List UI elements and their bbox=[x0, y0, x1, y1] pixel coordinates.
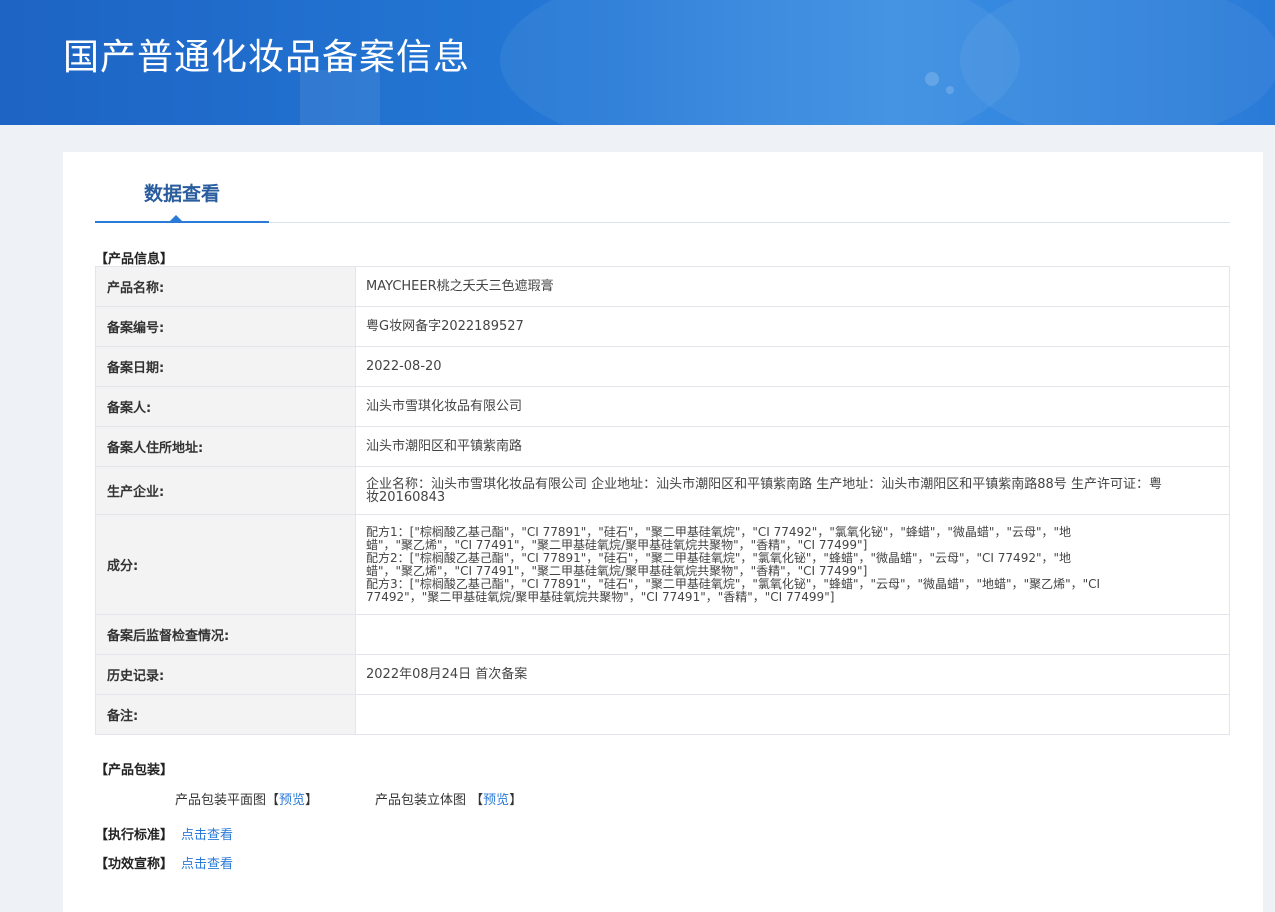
manufacturer-line: 妆20160843 bbox=[366, 489, 446, 505]
manufacturer-line: 企业名称：汕头市雪琪化妆品有限公司 企业地址：汕头市潮阳区和平镇紫南路 生产地址… bbox=[366, 476, 1162, 492]
preview-solid-link[interactable]: 预览 bbox=[483, 793, 509, 808]
banner-decoration bbox=[960, 0, 1275, 125]
table-row: 备案编号: 粤G妆网备字2022189527 bbox=[95, 306, 1230, 347]
standard-label: 【执行标准】 bbox=[95, 828, 174, 843]
ingredient-line: 蜡"，"聚乙烯"，"CI 77491"，"聚二甲基硅氧烷/聚甲基硅氧烷共聚物"，… bbox=[366, 537, 868, 552]
ingredient-line: 蜡"，"聚乙烯"，"CI 77491"，"聚二甲基硅氧烷/聚甲基硅氧烷共聚物"，… bbox=[366, 563, 868, 578]
content-card: 数据查看 【产品信息】 产品名称: MAYCHEER桃之夭夭三色遮瑕膏 备案编号… bbox=[63, 152, 1263, 912]
bracket-close: 】 bbox=[509, 793, 523, 808]
tab-bar: 数据查看 bbox=[95, 152, 1230, 223]
product-info-table: 产品名称: MAYCHEER桃之夭夭三色遮瑕膏 备案编号: 粤G妆网备字2022… bbox=[95, 266, 1230, 735]
bracket-close: 】 bbox=[305, 793, 319, 808]
packaging-flat-label: 产品包装平面图 bbox=[175, 793, 267, 808]
standard-view-link[interactable]: 点击查看 bbox=[181, 828, 233, 843]
ingredient-line: 配方1：["棕榈酸乙基己酯"，"CI 77891"，"硅石"，"聚二甲基硅氧烷"… bbox=[366, 524, 1072, 539]
row-label: 备案编号: bbox=[95, 306, 356, 347]
bracket-open: 【 bbox=[266, 793, 280, 808]
row-value bbox=[355, 614, 1230, 655]
row-label: 备案日期: bbox=[95, 346, 356, 387]
table-row: 产品名称: MAYCHEER桃之夭夭三色遮瑕膏 bbox=[95, 266, 1230, 307]
row-label: 备案人住所地址: bbox=[95, 426, 356, 467]
standard-row: 【执行标准】 点击查看 bbox=[95, 824, 233, 843]
row-value: 企业名称：汕头市雪琪化妆品有限公司 企业地址：汕头市潮阳区和平镇紫南路 生产地址… bbox=[355, 466, 1230, 515]
preview-flat-link[interactable]: 预览 bbox=[279, 793, 305, 808]
table-row: 成分: 配方1：["棕榈酸乙基己酯"，"CI 77891"，"硅石"，"聚二甲基… bbox=[95, 514, 1230, 615]
row-value: 粤G妆网备字2022189527 bbox=[355, 306, 1230, 347]
row-value bbox=[355, 694, 1230, 735]
ingredient-line: 配方3：["棕榈酸乙基己酯"，"CI 77891"，"硅石"，"聚二甲基硅氧烷"… bbox=[366, 576, 1101, 591]
table-row: 备案日期: 2022-08-20 bbox=[95, 346, 1230, 387]
row-value: 汕头市潮阳区和平镇紫南路 bbox=[355, 426, 1230, 467]
packaging-solid: 产品包装立体图 【预览】 bbox=[375, 789, 522, 808]
row-label: 生产企业: bbox=[95, 466, 356, 515]
row-label: 备案人: bbox=[95, 386, 356, 427]
table-row: 生产企业: 企业名称：汕头市雪琪化妆品有限公司 企业地址：汕头市潮阳区和平镇紫南… bbox=[95, 466, 1230, 515]
row-label: 产品名称: bbox=[95, 266, 356, 307]
banner-decoration bbox=[946, 86, 954, 94]
row-label: 历史记录: bbox=[95, 654, 356, 695]
banner-decoration bbox=[925, 72, 939, 86]
table-row: 历史记录: 2022年08月24日 首次备案 bbox=[95, 654, 1230, 695]
efficacy-row: 【功效宣称】 点击查看 bbox=[95, 853, 233, 872]
ingredient-line: 配方2：["棕榈酸乙基己酯"，"CI 77891"，"硅石"，"聚二甲基硅氧烷"… bbox=[366, 550, 1072, 565]
banner-decoration bbox=[500, 0, 1020, 125]
row-label: 备注: bbox=[95, 694, 356, 735]
table-row: 备案人: 汕头市雪琪化妆品有限公司 bbox=[95, 386, 1230, 427]
row-value: MAYCHEER桃之夭夭三色遮瑕膏 bbox=[355, 266, 1230, 307]
row-label: 备案后监督检查情况: bbox=[95, 614, 356, 655]
row-label: 成分: bbox=[95, 514, 356, 615]
tab-label: 数据查看 bbox=[143, 183, 220, 205]
packaging-solid-label: 产品包装立体图 bbox=[375, 793, 467, 808]
page-title: 国产普通化妆品备案信息 bbox=[63, 37, 471, 78]
header-banner: 国产普通化妆品备案信息 bbox=[0, 0, 1275, 125]
row-value: 配方1：["棕榈酸乙基己酯"，"CI 77891"，"硅石"，"聚二甲基硅氧烷"… bbox=[355, 514, 1230, 615]
table-row: 备案人住所地址: 汕头市潮阳区和平镇紫南路 bbox=[95, 426, 1230, 467]
efficacy-label: 【功效宣称】 bbox=[95, 857, 174, 872]
efficacy-view-link[interactable]: 点击查看 bbox=[181, 857, 233, 872]
product-info-section-title: 【产品信息】 bbox=[95, 252, 174, 267]
packaging-flat: 产品包装平面图【预览】 bbox=[175, 789, 318, 808]
packaging-section-title: 【产品包装】 bbox=[95, 763, 174, 778]
table-row: 备案后监督检查情况: bbox=[95, 614, 1230, 655]
row-value: 2022年08月24日 首次备案 bbox=[355, 654, 1230, 695]
tab-data-view[interactable]: 数据查看 bbox=[95, 152, 269, 223]
row-value: 2022-08-20 bbox=[355, 346, 1230, 387]
bracket-open: 【 bbox=[470, 793, 484, 808]
table-row: 备注: bbox=[95, 694, 1230, 735]
ingredient-line: 77492"，"聚二甲基硅氧烷/聚甲基硅氧烷共聚物"，"CI 77491"，"香… bbox=[366, 589, 835, 604]
tab-active-caret-icon bbox=[170, 215, 182, 221]
row-value: 汕头市雪琪化妆品有限公司 bbox=[355, 386, 1230, 427]
